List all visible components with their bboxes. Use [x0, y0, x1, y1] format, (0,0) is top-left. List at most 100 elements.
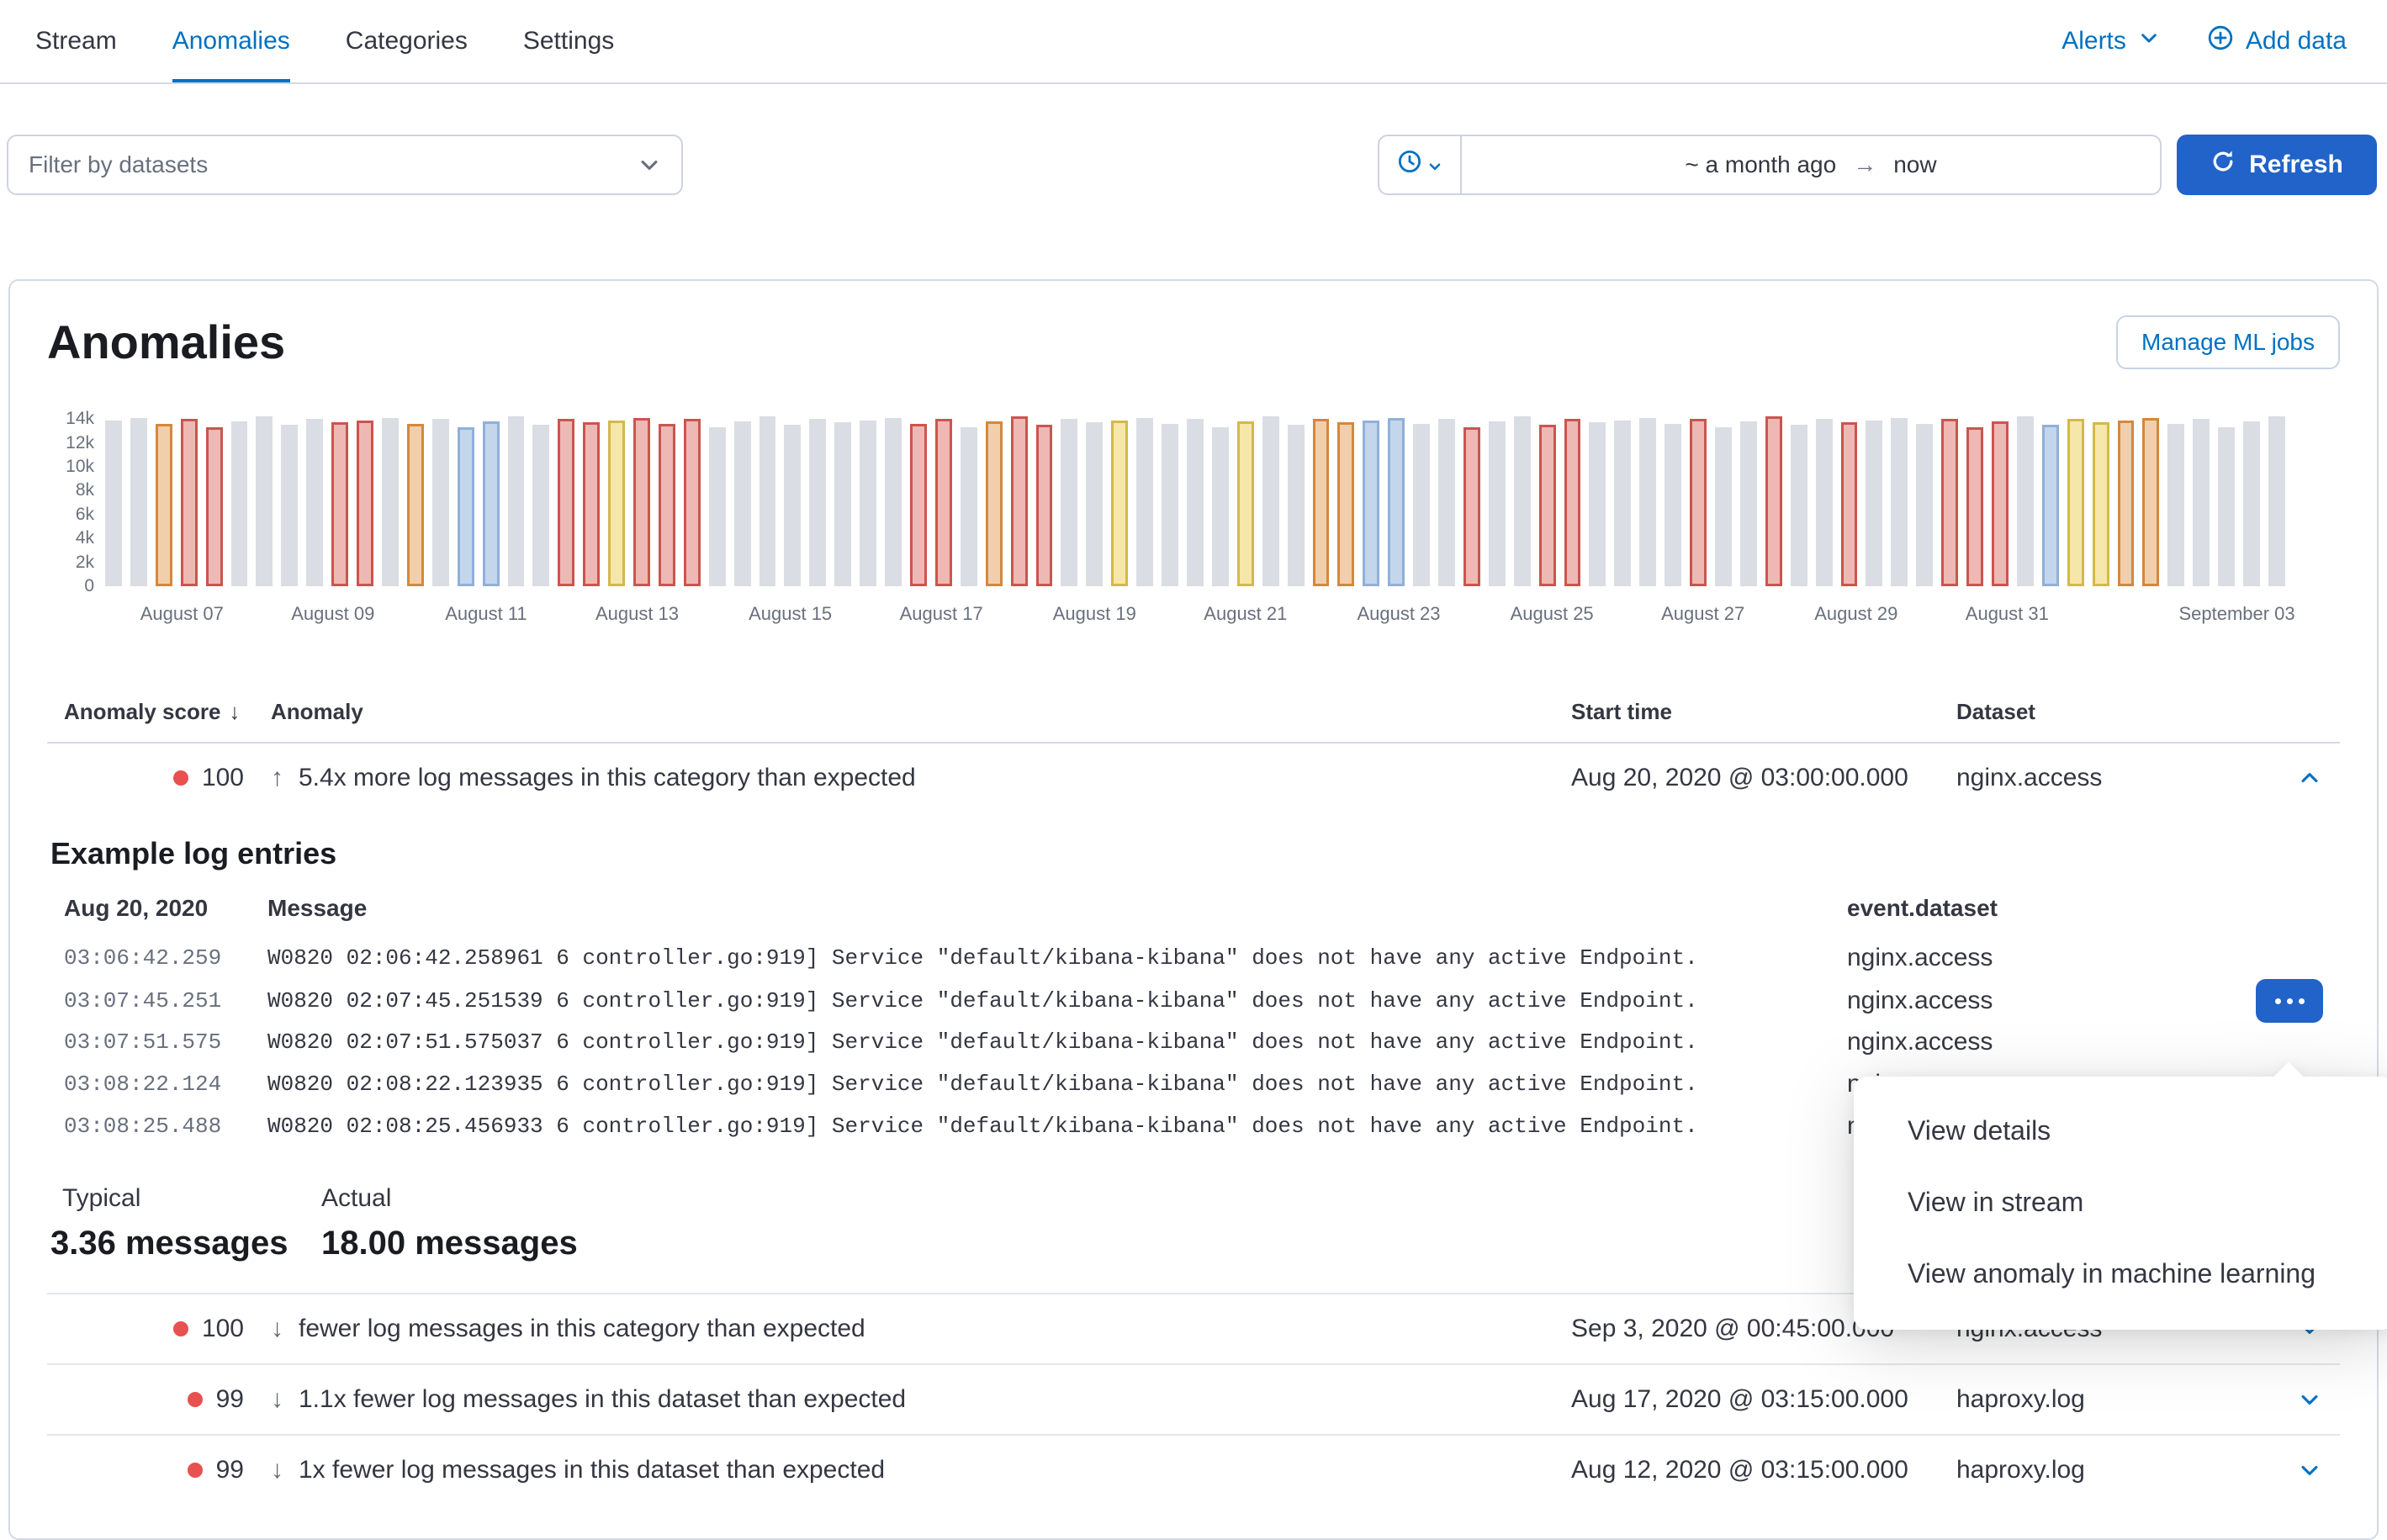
chevron-down-icon [638, 153, 661, 177]
refresh-button[interactable]: Refresh [2177, 135, 2377, 195]
popover-item-view-anomaly-in-machine-learning[interactable]: View anomaly in machine learning [1854, 1238, 2387, 1310]
histogram-bar [755, 413, 781, 586]
log-entry-row[interactable]: 03:07:51.575W0820 02:07:51.575037 6 cont… [47, 1021, 2340, 1063]
y-axis-tick-label: 8k [76, 480, 94, 500]
date-range-start[interactable]: ~ a month ago [1685, 151, 1836, 178]
histogram-bar [629, 413, 654, 586]
date-range-end[interactable]: now [1893, 151, 1936, 178]
column-header-start-time: Start time [1571, 699, 1956, 725]
histogram-bar [2063, 413, 2088, 586]
histogram-bar [1912, 413, 1937, 586]
popover-panel: View detailsView in streamView anomaly i… [1854, 1077, 2387, 1330]
y-axis-tick-label: 14k [66, 409, 94, 429]
histogram-bar [2114, 413, 2139, 586]
anomaly-score-cell: 99 [47, 1456, 271, 1484]
tab-categories[interactable]: Categories [346, 0, 468, 82]
expand-row-icon[interactable] [2279, 1458, 2340, 1482]
log-message: W0820 02:08:25.456933 6 controller.go:91… [267, 1114, 1847, 1139]
histogram-bar [1962, 413, 1987, 586]
x-axis-tick-label: August 23 [1357, 603, 1440, 625]
actual-label: Actual [321, 1184, 578, 1213]
tab-anomalies[interactable]: Anomalies [172, 0, 290, 82]
column-header-anomaly-score[interactable]: Anomaly score ↓ [47, 699, 271, 725]
log-row-menu-button[interactable] [2256, 979, 2323, 1023]
anomaly-table-row[interactable]: 99↓1x fewer log messages in this dataset… [47, 1434, 2340, 1505]
x-axis-tick-label: August 29 [1814, 603, 1897, 625]
start-time: Aug 12, 2020 @ 03:15:00.000 [1571, 1456, 1956, 1484]
histogram-bar [780, 413, 805, 586]
tab-label: Settings [523, 27, 614, 56]
histogram-bar [453, 413, 479, 586]
x-axis-tick-label: August 17 [900, 603, 983, 625]
histogram-bar [378, 413, 403, 586]
anomaly-description: 5.4x more log messages in this category … [299, 764, 916, 792]
histogram-bar [1157, 413, 1183, 586]
histogram-bar [1635, 413, 1660, 586]
severity-dot [188, 1392, 203, 1407]
histogram-bar [881, 413, 906, 586]
column-header-dataset: Dataset [1956, 699, 2279, 725]
anomaly-table-row[interactable]: 100↑5.4x more log messages in this categ… [47, 744, 2340, 812]
manage-ml-jobs-button[interactable]: Manage ML jobs [2116, 315, 2340, 369]
histogram-bar [1258, 413, 1283, 586]
histogram-bar [202, 413, 227, 586]
anomaly-score-cell: 100 [47, 764, 271, 792]
chevron-down-icon [2138, 27, 2160, 56]
y-axis-tick-label: 10k [66, 457, 94, 477]
date-range-display[interactable]: ~ a month ago → now [1462, 135, 2162, 195]
histogram-bar [428, 413, 453, 586]
chart-x-axis: August 07August 09August 11August 13Augu… [101, 603, 2289, 630]
quick-select-date-button[interactable] [1378, 135, 1462, 195]
tab-settings[interactable]: Settings [523, 0, 614, 82]
log-row-actions-cell [2239, 979, 2340, 1023]
log-entry-row[interactable]: 03:07:45.251W0820 02:07:45.251539 6 cont… [47, 979, 2340, 1021]
tab-label: Anomalies [172, 27, 290, 56]
dataset-name: haproxy.log [1956, 1456, 2279, 1484]
tab-stream[interactable]: Stream [35, 0, 117, 82]
histogram-bar [1309, 413, 1334, 586]
clock-icon [1397, 149, 1422, 181]
log-entries-header: Aug 20, 2020 Message event.dataset [47, 895, 2340, 937]
popover-item-view-in-stream[interactable]: View in stream [1854, 1167, 2387, 1238]
anomaly-score-cell: 99 [47, 1385, 271, 1414]
histogram-bar [830, 413, 855, 586]
log-event-dataset: nginx.access [1847, 987, 2239, 1015]
anomaly-description-cell: ↓1x fewer log messages in this dataset t… [271, 1456, 1571, 1484]
alerts-menu-button[interactable]: Alerts [2062, 27, 2160, 56]
filter-bar: ~ a month ago → now Refresh [7, 135, 2377, 195]
log-rate-histogram-chart: 02k4k6k8k10k12k14k August 07August 09Aug… [47, 413, 2340, 638]
actual-value: 18.00 messages [321, 1225, 578, 1262]
histogram-bar [1283, 413, 1309, 586]
log-timestamp: 03:06:42.259 [47, 945, 267, 971]
severity-dot [173, 770, 188, 786]
histogram-bar [1056, 413, 1082, 586]
log-entry-row[interactable]: 03:06:42.259W0820 02:06:42.258961 6 cont… [47, 937, 2340, 979]
histogram-bar [1711, 413, 1736, 586]
anomaly-table-row[interactable]: 99↓1.1x fewer log messages in this datas… [47, 1363, 2340, 1434]
chart-bars [101, 413, 2289, 586]
log-message: W0820 02:07:51.575037 6 controller.go:91… [267, 1029, 1847, 1055]
histogram-bar [1887, 413, 1912, 586]
popover-item-view-details[interactable]: View details [1854, 1095, 2387, 1167]
histogram-bar [1384, 413, 1409, 586]
histogram-bar [327, 413, 352, 586]
histogram-bar [1987, 413, 2013, 586]
add-data-label: Add data [2246, 27, 2347, 56]
logs-anomalies-page: { "colors": { "link": "#0071c2", "primar… [0, 0, 2387, 1504]
add-data-button[interactable]: Add data [2207, 24, 2347, 58]
dataset-filter-select[interactable] [7, 135, 683, 195]
histogram-bar [1837, 413, 1862, 586]
start-time: Aug 17, 2020 @ 03:15:00.000 [1571, 1385, 1956, 1414]
histogram-bar [1183, 413, 1208, 586]
dataset-filter-input[interactable] [29, 151, 638, 178]
anomaly-description: 1.1x fewer log messages in this dataset … [299, 1385, 906, 1414]
histogram-bar [1208, 413, 1233, 586]
histogram-bar [479, 413, 504, 586]
expand-row-icon[interactable] [2279, 1388, 2340, 1411]
histogram-bar [1510, 413, 1535, 586]
tab-list: Stream Anomalies Categories Settings [35, 0, 614, 82]
collapse-row-icon[interactable] [2279, 766, 2340, 790]
severity-dot [173, 1321, 188, 1336]
histogram-bar [227, 413, 252, 586]
histogram-bar [1007, 413, 1032, 586]
